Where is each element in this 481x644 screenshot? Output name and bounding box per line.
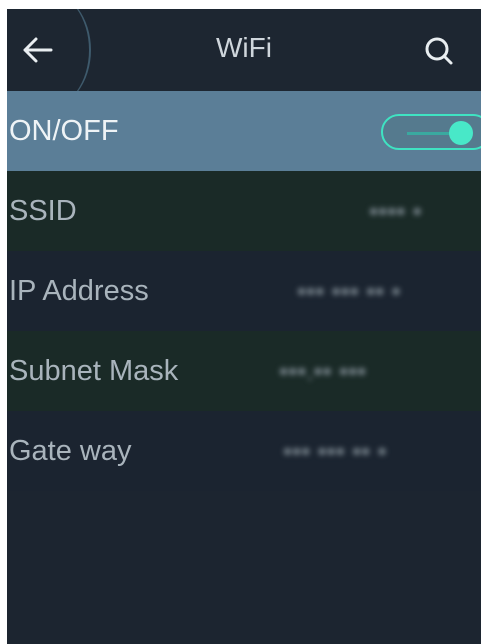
wifi-toggle[interactable] — [381, 114, 481, 150]
search-icon — [425, 37, 453, 65]
ssid-label: SSID — [9, 195, 77, 227]
subnet-mask-value: •••.•• ••• — [279, 356, 367, 386]
ip-address-value: ••• ••• •• • — [297, 276, 401, 306]
search-button[interactable] — [417, 29, 463, 75]
ip-address-row[interactable]: IP Address ••• ••• •• • — [7, 251, 481, 331]
toggle-knob — [449, 121, 473, 145]
header-bar: WiFi — [7, 9, 481, 109]
wifi-screen: WiFi ON/OFF SSID •••• • IP Address ••• •… — [7, 9, 481, 644]
empty-content-area — [7, 491, 481, 644]
ip-address-label: IP Address — [9, 275, 149, 307]
gateway-label: Gate way — [9, 435, 132, 467]
wifi-onoff-row[interactable]: ON/OFF — [7, 91, 481, 171]
gateway-value: ••• ••• •• • — [283, 436, 387, 466]
back-button[interactable] — [7, 9, 91, 109]
subnet-mask-label: Subnet Mask — [9, 355, 179, 387]
ssid-row[interactable]: SSID •••• • — [7, 171, 481, 251]
ssid-value: •••• • — [369, 196, 422, 226]
gateway-row[interactable]: Gate way ••• ••• •• • — [7, 411, 481, 491]
onoff-label: ON/OFF — [9, 115, 119, 147]
arrow-left-icon — [23, 37, 53, 63]
subnet-mask-row[interactable]: Subnet Mask •••.•• ••• — [7, 331, 481, 411]
